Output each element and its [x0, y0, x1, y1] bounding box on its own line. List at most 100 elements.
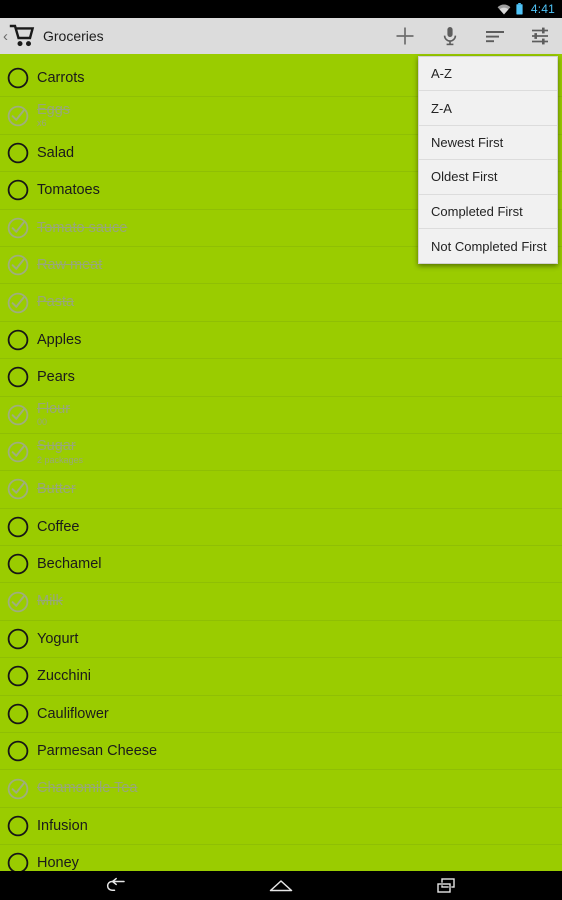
list-item-subtitle: 00: [37, 417, 48, 428]
list-item[interactable]: Bechamel: [0, 546, 562, 584]
unchecked-circle-icon[interactable]: [7, 67, 29, 89]
list-item-label: Flour: [37, 400, 71, 417]
list-item-label: Coffee: [37, 518, 80, 535]
plus-icon: [396, 27, 413, 45]
app-home-button[interactable]: ‹ Groceries: [0, 18, 382, 54]
list-item-text: Milk: [37, 594, 63, 609]
list-item-text: Tomato sauce: [37, 219, 128, 236]
unchecked-circle-icon[interactable]: [7, 703, 29, 725]
add-item-button[interactable]: [382, 18, 427, 54]
list-item-text: Tomatoes: [37, 183, 100, 198]
checked-circle-icon[interactable]: [7, 478, 29, 500]
sort-icon: [485, 31, 504, 43]
list-item[interactable]: Milk: [0, 583, 562, 621]
unchecked-circle-icon[interactable]: [7, 740, 29, 762]
unchecked-circle-icon[interactable]: [7, 142, 29, 164]
list-item-label: Yogurt: [37, 630, 79, 647]
unchecked-circle-icon[interactable]: [7, 366, 29, 388]
list-item-subtitle: x6: [37, 118, 47, 129]
list-item[interactable]: Apples: [0, 322, 562, 360]
list-item[interactable]: Parmesan Cheese: [0, 733, 562, 771]
unchecked-circle-icon[interactable]: [7, 329, 29, 351]
list-item-text: Parmesan Cheese: [37, 744, 157, 759]
list-item-text: Eggs x6: [37, 103, 70, 129]
list-item[interactable]: Pears: [0, 359, 562, 397]
list-item-label: Apples: [37, 331, 82, 348]
list-item-label: Butter: [37, 481, 76, 498]
unchecked-circle-icon[interactable]: [7, 852, 29, 871]
checked-circle-icon[interactable]: [7, 778, 29, 800]
checked-circle-icon[interactable]: [7, 105, 29, 127]
list-item[interactable]: Infusion: [0, 808, 562, 846]
action-bar-actions: [382, 18, 562, 54]
sort-menu-item[interactable]: Not Completed First: [419, 228, 557, 264]
checked-circle-icon[interactable]: [7, 217, 29, 239]
shopping-cart-icon: [9, 24, 35, 47]
list-item-text: Cauliflower: [37, 707, 109, 722]
list-item-text: Yogurt: [37, 632, 78, 647]
list-item-label: Milk: [37, 593, 63, 610]
list-item[interactable]: Honey: [0, 845, 562, 871]
nav-back-button[interactable]: [92, 871, 138, 900]
unchecked-circle-icon[interactable]: [7, 628, 29, 650]
list-item[interactable]: Cauliflower: [0, 696, 562, 734]
list-item-text: Raw meat: [37, 258, 102, 273]
settings-button[interactable]: [517, 18, 562, 54]
unchecked-circle-icon[interactable]: [7, 815, 29, 837]
list-item-label: Tomatoes: [37, 182, 100, 199]
sort-menu-item[interactable]: Completed First: [419, 194, 557, 229]
battery-icon: [516, 3, 523, 15]
nav-home-button[interactable]: [258, 871, 304, 900]
list-item-subtitle: 2 packages: [37, 454, 84, 465]
sliders-icon: [531, 27, 548, 45]
list-item[interactable]: Butter: [0, 471, 562, 509]
list-item-text: Coffee: [37, 520, 79, 535]
sort-menu-item[interactable]: A-Z: [419, 57, 557, 92]
app-root: 4:41 ‹ Groceries Carrots Eggs x6 Salad T…: [0, 0, 562, 900]
sort-menu-item[interactable]: Oldest First: [419, 160, 557, 195]
checked-circle-icon[interactable]: [7, 292, 29, 314]
checked-circle-icon[interactable]: [7, 404, 29, 426]
list-item-text: Bechamel: [37, 557, 101, 572]
nav-recents-button[interactable]: [424, 871, 470, 900]
android-navigation-bar: [0, 871, 562, 900]
list-item-text: Salad: [37, 146, 74, 161]
checked-circle-icon[interactable]: [7, 254, 29, 276]
list-item-label: Chamomile Tea: [37, 780, 138, 797]
list-item[interactable]: Yogurt: [0, 621, 562, 659]
list-item-label: Eggs: [37, 101, 71, 118]
list-item-label: Sugar: [37, 438, 76, 455]
list-item[interactable]: Chamomile Tea: [0, 770, 562, 808]
recents-icon: [436, 877, 455, 893]
unchecked-circle-icon[interactable]: [7, 553, 29, 575]
back-chevron-icon: ‹: [3, 27, 8, 45]
sort-menu-item[interactable]: Z-A: [419, 91, 557, 126]
voice-input-button[interactable]: [427, 18, 472, 54]
list-item-text: Pears: [37, 370, 75, 385]
unchecked-circle-icon[interactable]: [7, 665, 29, 687]
checked-circle-icon[interactable]: [7, 441, 29, 463]
list-item-label: Salad: [37, 144, 75, 161]
checked-circle-icon[interactable]: [7, 591, 29, 613]
sort-dropdown-menu[interactable]: A-Z Z-A Newest First Oldest First Completed …: [418, 56, 558, 265]
list-item[interactable]: Sugar 2 packages: [0, 434, 562, 472]
list-item-text: Sugar 2 packages: [37, 439, 83, 465]
list-item-text: Apples: [37, 333, 81, 348]
list-item-label: Infusion: [37, 817, 88, 834]
sort-button[interactable]: [472, 18, 517, 54]
list-item[interactable]: Coffee: [0, 509, 562, 547]
list-item-label: Pasta: [37, 294, 75, 311]
action-bar: ‹ Groceries: [0, 18, 562, 57]
unchecked-circle-icon[interactable]: [7, 516, 29, 538]
list-item[interactable]: Zucchini: [0, 658, 562, 696]
wifi-icon: [497, 4, 511, 14]
list-item-label: Bechamel: [37, 556, 102, 573]
list-item-text: Zucchini: [37, 669, 91, 684]
unchecked-circle-icon[interactable]: [7, 179, 29, 201]
list-item-label: Tomato sauce: [37, 219, 128, 236]
status-icon-group: 4:41: [497, 2, 555, 16]
sort-menu-item[interactable]: Newest First: [419, 125, 557, 161]
list-item-text: Chamomile Tea: [37, 781, 137, 796]
list-item[interactable]: Flour 00: [0, 397, 562, 434]
list-item[interactable]: Pasta: [0, 284, 562, 322]
